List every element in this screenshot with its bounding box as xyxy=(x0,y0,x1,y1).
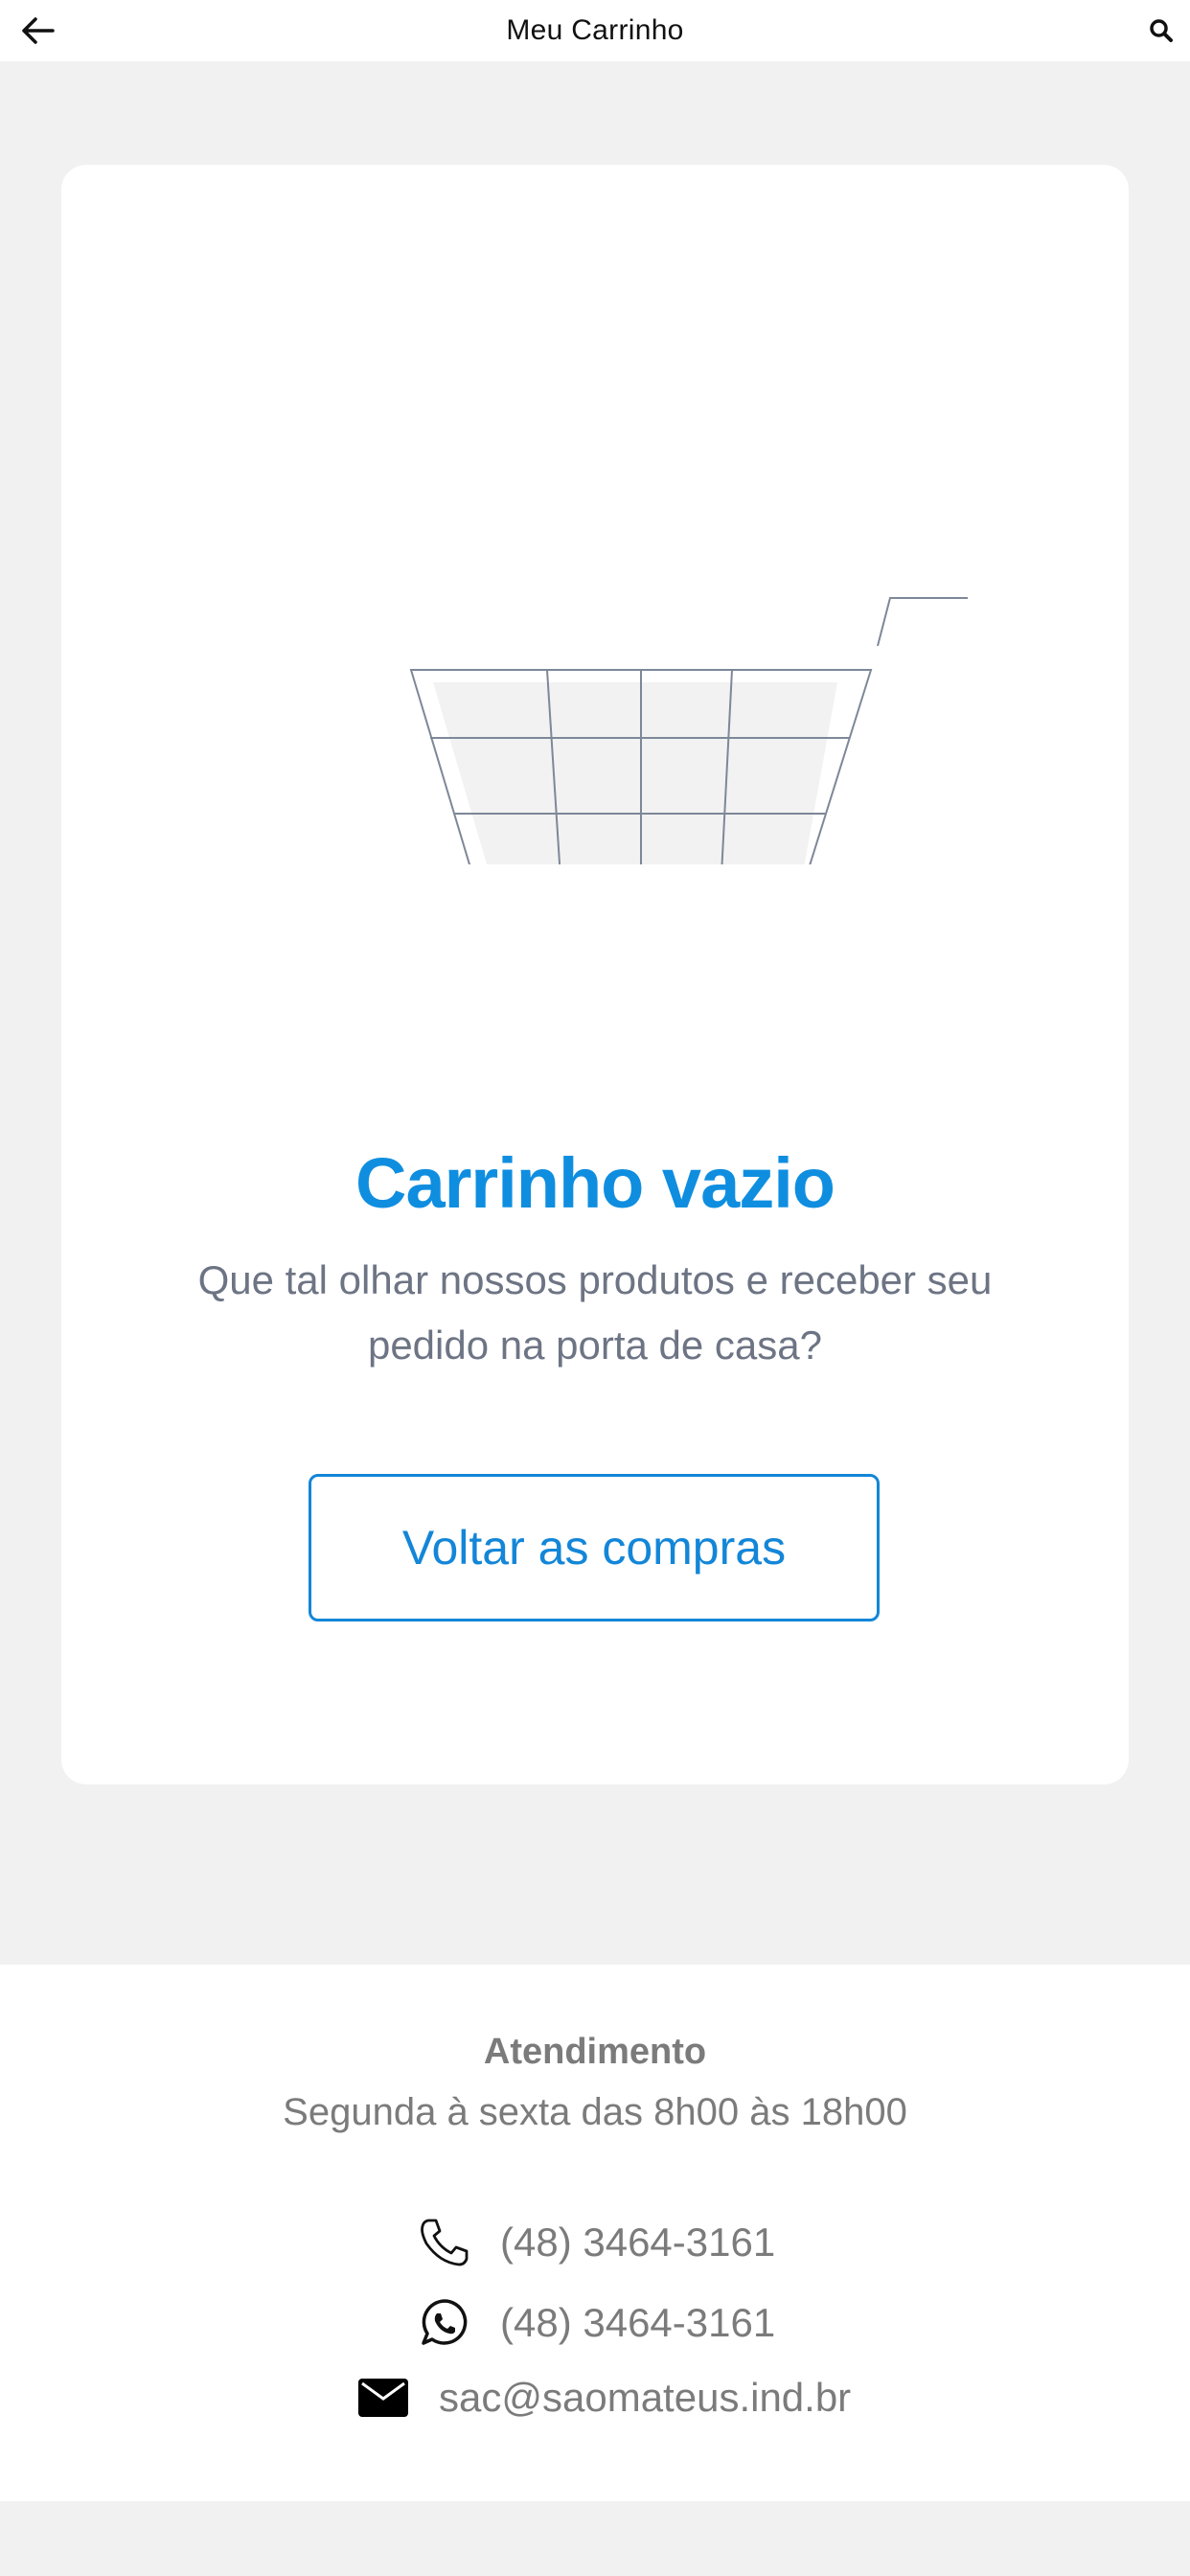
back-to-shopping-button[interactable]: Voltar as compras xyxy=(309,1474,880,1622)
support-title: Atendimento xyxy=(483,2032,707,2072)
shopping-cart-illustration xyxy=(409,597,968,864)
contact-whatsapp[interactable]: (48) 3464-3161 xyxy=(418,2296,775,2350)
search-icon xyxy=(1150,19,1173,42)
empty-cart-card: Carrinho vazio Que tal olhar nossos prod… xyxy=(61,165,1129,1784)
support-footer: Atendimento Segunda à sexta das 8h00 às … xyxy=(0,1965,1190,2501)
support-hours: Segunda à sexta das 8h00 às 18h00 xyxy=(283,2091,907,2133)
phone-icon xyxy=(418,2216,471,2269)
empty-cart-subtitle: Que tal olhar nossos produtos e receber … xyxy=(197,1257,993,1368)
top-app-bar: Meu Carrinho xyxy=(0,0,1190,61)
empty-cart-title: Carrinho vazio xyxy=(355,1143,835,1223)
contact-phone[interactable]: (48) 3464-3161 xyxy=(418,2216,775,2269)
mail-icon xyxy=(356,2371,410,2425)
page-title: Meu Carrinho xyxy=(506,14,684,46)
email-address: sac@saomateus.ind.br xyxy=(439,2375,852,2420)
phone-number: (48) 3464-3161 xyxy=(500,2220,776,2265)
contact-email[interactable]: sac@saomateus.ind.br xyxy=(356,2371,851,2425)
whatsapp-icon xyxy=(418,2296,471,2350)
whatsapp-number: (48) 3464-3161 xyxy=(500,2300,776,2345)
search-button[interactable] xyxy=(1142,12,1180,50)
